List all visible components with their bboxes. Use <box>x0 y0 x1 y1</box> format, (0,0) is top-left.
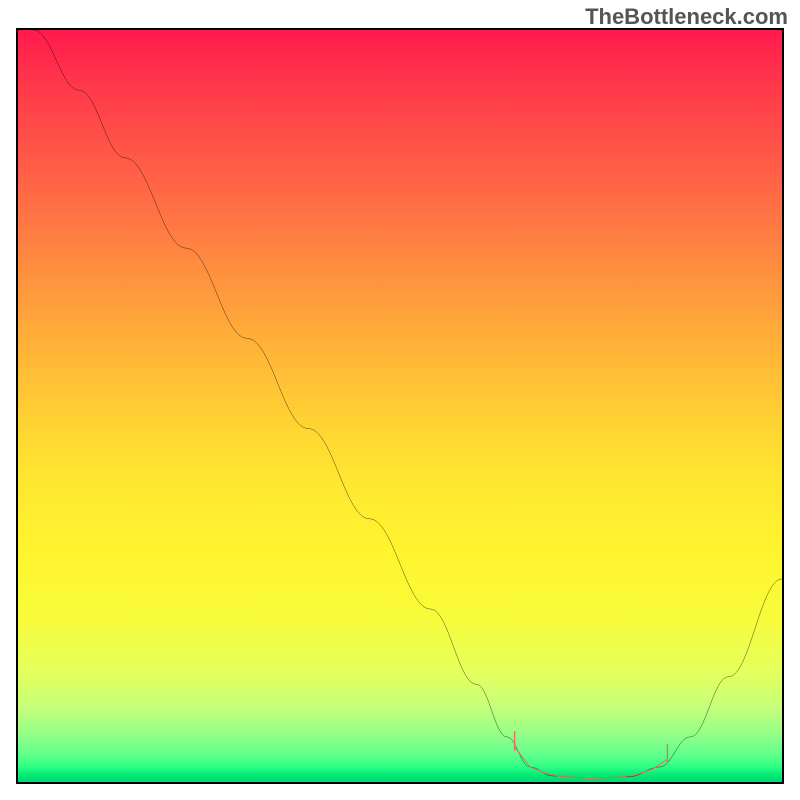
watermark-text: TheBottleneck.com <box>585 4 788 30</box>
optimal-band-markers <box>515 732 668 778</box>
chart-container: TheBottleneck.com <box>0 0 800 800</box>
curve-svg <box>18 30 782 782</box>
optimal-band-dash <box>515 747 668 778</box>
bottleneck-curve-path <box>33 30 782 778</box>
plot-area <box>16 28 784 784</box>
